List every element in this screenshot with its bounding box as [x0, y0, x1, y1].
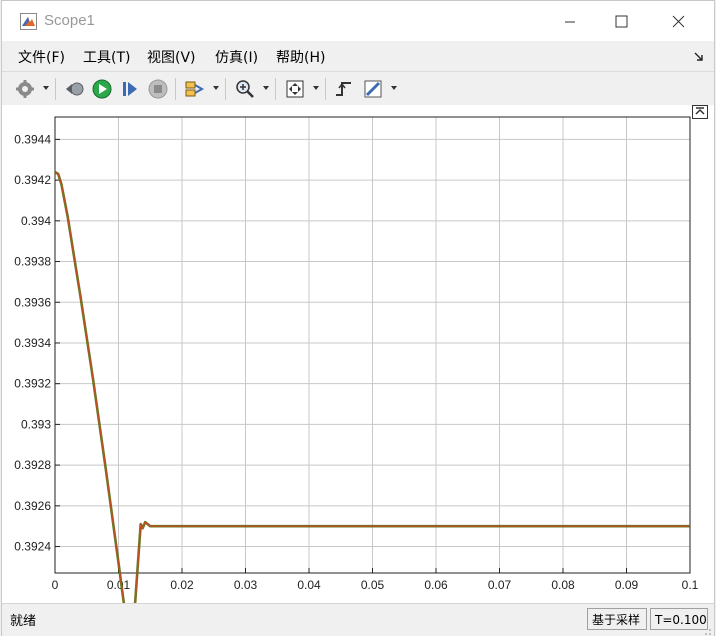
x-tick-label: 0 [52, 578, 59, 592]
y-tick-label: 0.3936 [14, 295, 51, 309]
autoscale-dropdown-icon[interactable] [313, 86, 319, 90]
menu-tools[interactable]: 工具(T) [83, 47, 130, 67]
sampling-mode-indicator: 基于采样 [587, 608, 647, 630]
x-tick-label: 0.08 [551, 578, 575, 592]
signal-select-icon[interactable] [184, 78, 206, 100]
gear-icon[interactable] [14, 78, 36, 100]
menu-file[interactable]: 文件(F) [18, 47, 65, 67]
y-tick-label: 0.3926 [14, 499, 51, 513]
scope-axes[interactable]: 0 0.01 0.02 0.03 0.04 0.05 0.06 0.07 0.08 0.09 0.1… [2, 105, 714, 603]
y-tick-label: 0.3932 [14, 377, 51, 391]
zoom-icon[interactable] [234, 78, 256, 100]
stop-icon[interactable] [147, 78, 169, 100]
status-text: 就绪 [10, 614, 37, 629]
y-tick-label: 0.3924 [14, 540, 51, 554]
autoscale-icon[interactable] [284, 78, 306, 100]
window-title: Scope1 [44, 12, 95, 29]
simulation-time-indicator: T=0.100 [650, 608, 708, 630]
dock-arrow-icon[interactable] [692, 49, 706, 63]
step-forward-icon[interactable] [119, 78, 141, 100]
x-tick-label: 0.02 [170, 578, 194, 592]
x-tick-label: 0.01 [107, 578, 131, 592]
x-tick-label: 0.07 [488, 578, 512, 592]
undock-legend-icon[interactable] [692, 105, 708, 119]
x-tick-label: 0.1 [682, 578, 699, 592]
y-tick-label: 0.3938 [14, 255, 51, 269]
status-bar: 就绪 基于采样 T=0.100 [2, 603, 714, 636]
menu-simulation[interactable]: 仿真(I) [215, 47, 258, 67]
toolbar-separator [175, 78, 176, 100]
matlab-logo-icon [20, 13, 37, 30]
toolbar-separator [225, 78, 226, 100]
measure-icon[interactable] [362, 78, 384, 100]
minimize-icon[interactable] [547, 9, 593, 35]
zoom-dropdown-icon[interactable] [263, 86, 269, 90]
measure-dropdown-icon[interactable] [391, 86, 397, 90]
y-tick-label: 0.3928 [14, 458, 51, 472]
scope-window: Scope1 文件(F) 工具(T) 视图(V) 仿真(I) 帮助(H) 0 0… [1, 0, 715, 636]
rewind-icon[interactable] [64, 78, 86, 100]
resize-grip-icon[interactable] [704, 628, 712, 636]
close-icon[interactable] [655, 9, 701, 35]
x-tick-label: 0.05 [361, 578, 385, 592]
menu-bar: 文件(F) 工具(T) 视图(V) 仿真(I) 帮助(H) [2, 41, 714, 69]
toolbar-separator [275, 78, 276, 100]
x-tick-label: 0.06 [424, 578, 448, 592]
signal-select-dropdown-icon[interactable] [213, 86, 219, 90]
y-tick-label: 0.3934 [14, 336, 51, 350]
menu-help[interactable]: 帮助(H) [276, 47, 325, 67]
maximize-icon[interactable] [598, 9, 644, 35]
y-tick-label: 0.3944 [14, 132, 51, 146]
run-icon[interactable] [91, 78, 113, 100]
title-bar[interactable]: Scope1 [2, 1, 714, 41]
plot-area[interactable]: 0 0.01 0.02 0.03 0.04 0.05 0.06 0.07 0.08 0.09 0.1… [2, 105, 714, 603]
menu-view[interactable]: 视图(V) [147, 47, 196, 67]
toolbar-separator [325, 78, 326, 100]
y-tick-label: 0.394 [21, 214, 51, 228]
toolbar [2, 71, 714, 106]
toolbar-separator [55, 78, 56, 100]
y-tick-label: 0.3942 [14, 173, 51, 187]
x-tick-label: 0.04 [297, 578, 321, 592]
x-tick-label: 0.03 [234, 578, 258, 592]
gear-dropdown-icon[interactable] [43, 86, 49, 90]
x-tick-label: 0.09 [615, 578, 639, 592]
y-tick-label: 0.393 [21, 417, 51, 431]
trigger-icon[interactable] [333, 78, 355, 100]
